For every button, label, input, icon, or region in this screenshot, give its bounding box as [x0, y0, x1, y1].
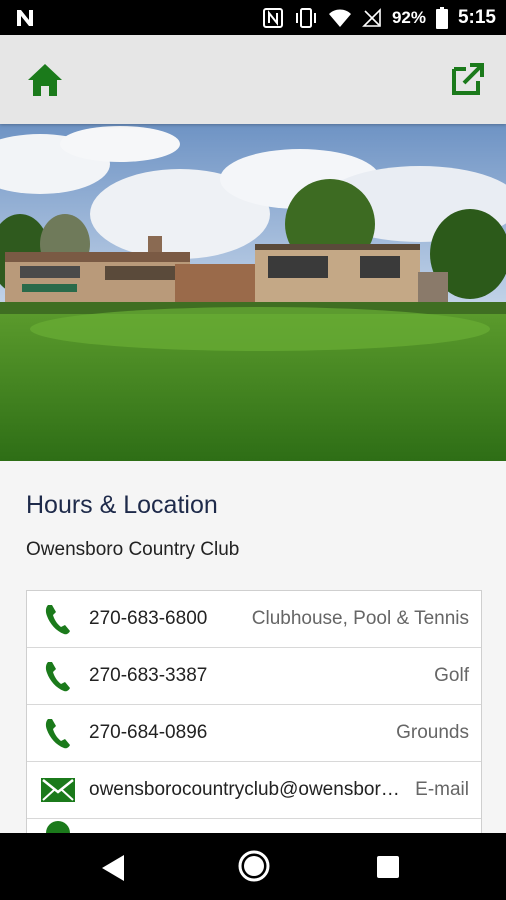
back-icon[interactable] — [100, 853, 126, 883]
mail-icon — [41, 778, 75, 802]
contact-label: Golf — [434, 665, 469, 686]
contact-row-clubhouse[interactable]: 270-683-6800 Clubhouse, Pool & Tennis — [27, 591, 481, 648]
phone-icon — [45, 662, 70, 692]
phone-icon — [45, 605, 70, 635]
app-toolbar — [0, 35, 506, 124]
recents-icon[interactable] — [377, 856, 399, 878]
n-notification-icon — [17, 10, 33, 26]
contact-list: 270-683-6800 Clubhouse, Pool & Tennis 27… — [26, 590, 482, 838]
no-signal-icon — [362, 7, 381, 27]
contact-value: 270-684-0896 — [89, 722, 208, 743]
home-circle-icon[interactable] — [237, 849, 271, 883]
contact-value: 270-683-3387 — [89, 665, 208, 686]
system-nav-bar — [0, 833, 506, 900]
nfc-icon — [262, 7, 283, 28]
contact-label: Clubhouse, Pool & Tennis — [251, 608, 469, 629]
hours-location-section: Hours & Location Owensboro Country Club … — [0, 461, 506, 838]
status-bar: 92% 5:15 — [0, 0, 506, 35]
contact-value: 270-683-6800 — [89, 608, 208, 629]
club-name: Owensboro Country Club — [26, 539, 240, 560]
vibrate-icon — [295, 7, 316, 28]
contact-row-grounds[interactable]: 270-684-0896 Grounds — [27, 705, 481, 762]
open-external-icon[interactable] — [450, 61, 486, 97]
contact-label: E-mail — [415, 779, 469, 800]
contact-label: Grounds — [396, 722, 469, 743]
contact-row-golf[interactable]: 270-683-3387 Golf — [27, 648, 481, 705]
contact-row-email[interactable]: owensborocountryclub@owensboro.com E-mai… — [27, 762, 481, 819]
status-icons: 92% 5:15 — [262, 0, 496, 35]
wifi-icon — [328, 9, 351, 27]
contact-value: owensborocountryclub@owensboro.com — [89, 779, 402, 800]
clubhouse-photo — [0, 124, 506, 461]
section-title: Hours & Location — [26, 491, 218, 519]
battery-icon — [435, 6, 448, 29]
clock: 5:15 — [457, 6, 496, 28]
phone-icon — [45, 719, 70, 749]
home-icon[interactable] — [26, 61, 64, 99]
battery-percent: 92% — [391, 7, 426, 27]
